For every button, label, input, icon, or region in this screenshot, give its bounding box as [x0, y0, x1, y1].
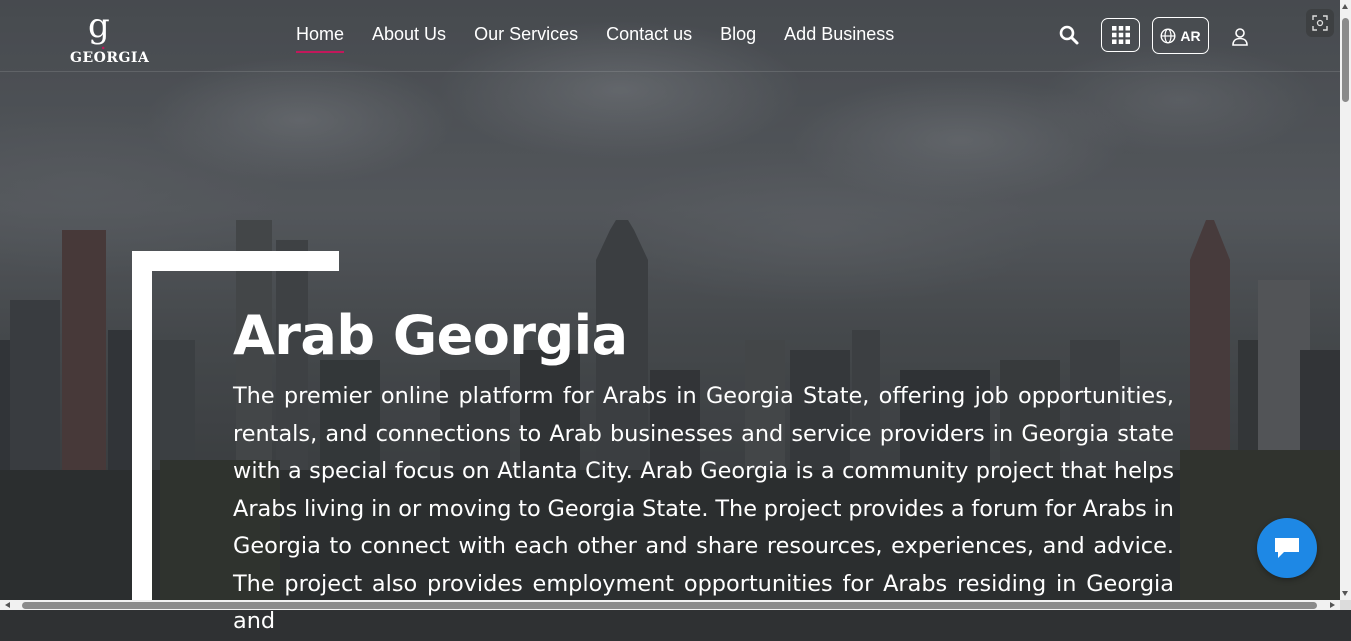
scroll-left-arrow-icon[interactable] [5, 602, 10, 608]
logo-text: GEORGIA [70, 50, 150, 66]
apps-button[interactable] [1101, 18, 1140, 52]
user-icon[interactable] [1231, 27, 1249, 47]
horizontal-scrollbar[interactable] [0, 600, 1340, 610]
site-logo[interactable]: g. GEORGIA [70, 6, 149, 66]
scroll-down-arrow-icon[interactable] [1342, 591, 1348, 596]
nav-home[interactable]: Home [296, 24, 345, 53]
nav-our-services[interactable]: Our Services [474, 24, 578, 53]
decorative-frame-left [132, 251, 152, 601]
nav-blog[interactable]: Blog [720, 24, 756, 53]
scrollbar-corner [1340, 600, 1351, 610]
language-button[interactable]: AR [1152, 17, 1209, 54]
screenshot-icon[interactable] [1306, 9, 1334, 37]
search-icon[interactable] [1058, 24, 1080, 46]
globe-icon [1160, 27, 1176, 44]
vertical-scroll-thumb[interactable] [1342, 18, 1349, 102]
chat-bubble-icon [1275, 538, 1299, 558]
nav-add-business[interactable]: Add Business [784, 24, 894, 53]
nav-contact-us[interactable]: Contact us [606, 24, 692, 53]
main-nav: Home About Us Our Services Contact us Bl… [296, 24, 922, 53]
nav-about-us[interactable]: About Us [372, 24, 446, 53]
decorative-frame-top [132, 251, 339, 271]
scroll-right-arrow-icon[interactable] [1330, 602, 1335, 608]
page-title: Arab Georgia [233, 304, 628, 367]
horizontal-scroll-thumb[interactable] [22, 602, 1317, 609]
logo-mark: g. [88, 6, 110, 54]
apps-grid-icon [1111, 26, 1130, 44]
language-label: AR [1180, 27, 1201, 44]
site-header: g. GEORGIA Home About Us Our Services Co… [0, 0, 1340, 72]
vertical-scrollbar[interactable] [1340, 0, 1351, 610]
chat-button[interactable] [1257, 518, 1317, 578]
scroll-up-arrow-icon[interactable] [1342, 4, 1348, 9]
